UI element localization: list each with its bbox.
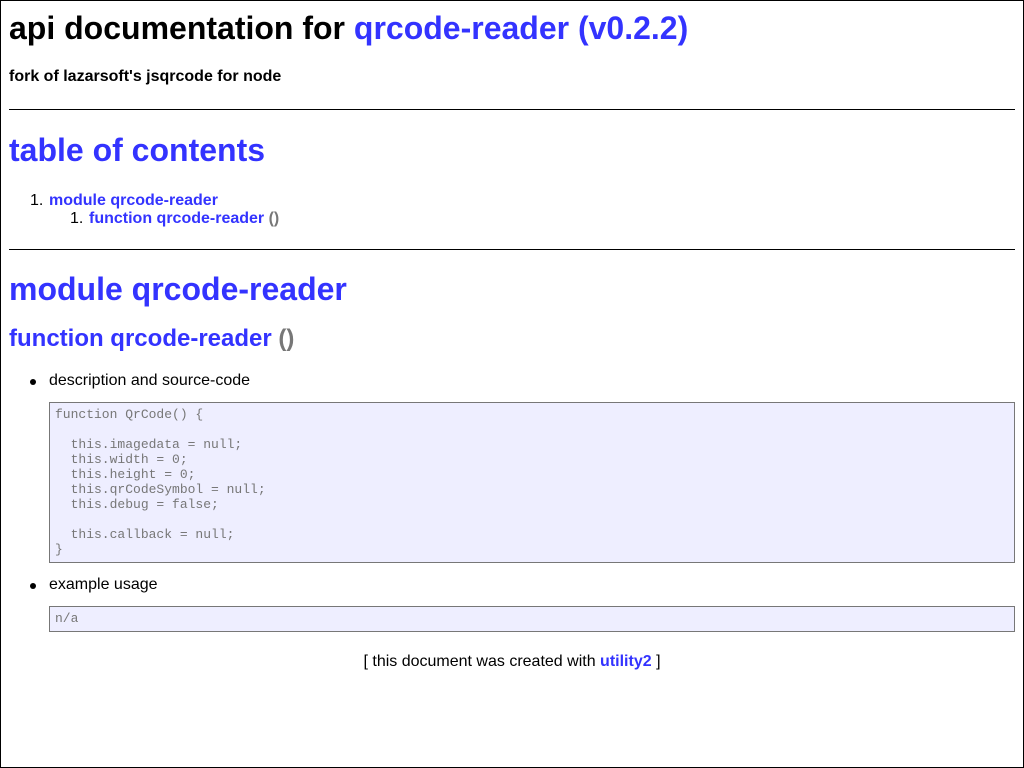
module-heading: module qrcode-reader (9, 271, 347, 307)
package-description: fork of lazarsoft's jsqrcode for node (9, 68, 282, 85)
list-item-example: example usage n/a (9, 576, 1015, 632)
function-signature: () (278, 325, 295, 352)
list-item-description: description and source-code function QrC… (9, 372, 1015, 563)
page-title: api documentation for qrcode-reader (v0.… (9, 1, 1015, 47)
description-label: description and source-code (49, 372, 251, 389)
toc-item-module: 1. module qrcode-reader 1. function qrco… (9, 192, 1015, 228)
function-name: function qrcode-reader (9, 325, 272, 352)
bullet-icon (30, 583, 36, 589)
utility2-link[interactable]: utility2 (600, 653, 652, 670)
toc-item-function: 1. function qrcode-reader () (49, 210, 1015, 228)
package-link[interactable]: qrcode-reader (v0.2.2) (354, 10, 688, 46)
footer-prefix: [ this document was created with (363, 653, 596, 670)
footer: [ this document was created with utility… (9, 652, 1015, 672)
toc-link-function-signature: () (268, 210, 280, 227)
toc-heading: table of contents (9, 132, 266, 168)
function-anchor-link[interactable]: function qrcode-reader () (9, 325, 294, 352)
example-code-block: n/a (49, 606, 1015, 632)
toc-sublist: 1. function qrcode-reader () (49, 210, 1015, 228)
source-code-block: function QrCode() { this.imagedata = nul… (49, 402, 1015, 563)
toc-item-number: 1. (30, 192, 44, 209)
function-heading: function qrcode-reader () (9, 308, 1015, 354)
doc-page: api documentation for qrcode-reader (v0.… (1, 1, 1023, 672)
example-label: example usage (49, 576, 158, 593)
function-details-list: description and source-code function QrC… (9, 372, 1015, 632)
toc-link-function[interactable]: function qrcode-reader () (89, 210, 279, 227)
bullet-icon (30, 379, 36, 385)
toc-link-module[interactable]: module qrcode-reader (49, 192, 218, 209)
toc-subitem-number: 1. (70, 210, 84, 227)
toc-list: 1. module qrcode-reader 1. function qrco… (9, 192, 1015, 228)
toc-link-function-label: function qrcode-reader (89, 210, 265, 227)
footer-suffix: ] (656, 653, 661, 670)
page-title-prefix: api documentation for (9, 10, 345, 46)
